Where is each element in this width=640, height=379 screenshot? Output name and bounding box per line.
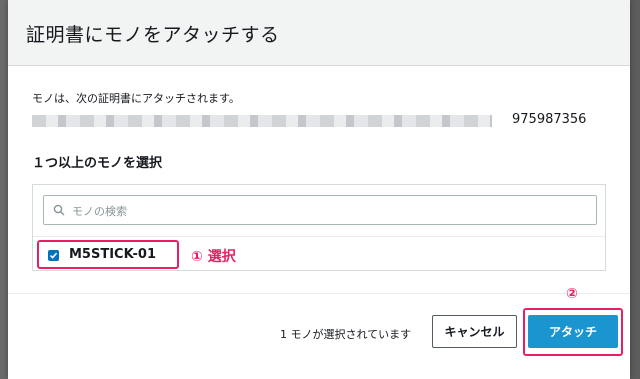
list-divider — [33, 236, 605, 237]
modal-description: モノは、次の証明書にアタッチされます。 — [32, 92, 240, 105]
search-icon — [53, 204, 65, 216]
redacted-certificate-id — [32, 115, 492, 127]
search-input[interactable]: モノの検索 — [43, 195, 597, 225]
modal-header: 証明書にモノをアタッチする — [8, 0, 630, 66]
certificate-id-suffix: 975987356 — [512, 112, 587, 127]
checkmark-icon — [49, 252, 58, 259]
search-placeholder: モノの検索 — [72, 205, 127, 218]
things-list: モノの検索 M5STICK-01 — [32, 184, 606, 271]
selection-status: 1 モノが選択されています — [280, 328, 412, 341]
modal-title: 証明書にモノをアタッチする — [26, 24, 280, 46]
thing-checkbox[interactable] — [48, 250, 59, 261]
attach-button[interactable]: アタッチ — [528, 315, 618, 348]
certificate-id-row: 975987356 — [32, 112, 592, 130]
attach-things-modal: 証明書にモノをアタッチする モノは、次の証明書にアタッチされます。 975987… — [8, 0, 630, 379]
list-item-thing[interactable]: M5STICK-01 — [37, 240, 179, 269]
annotation-step-2: ② — [566, 286, 578, 302]
thing-label: M5STICK-01 — [69, 247, 157, 262]
section-title: １つ以上のモノを選択 — [32, 156, 163, 171]
cancel-button[interactable]: キャンセル — [432, 315, 517, 348]
annotation-step-1: ① 選択 — [191, 249, 236, 265]
